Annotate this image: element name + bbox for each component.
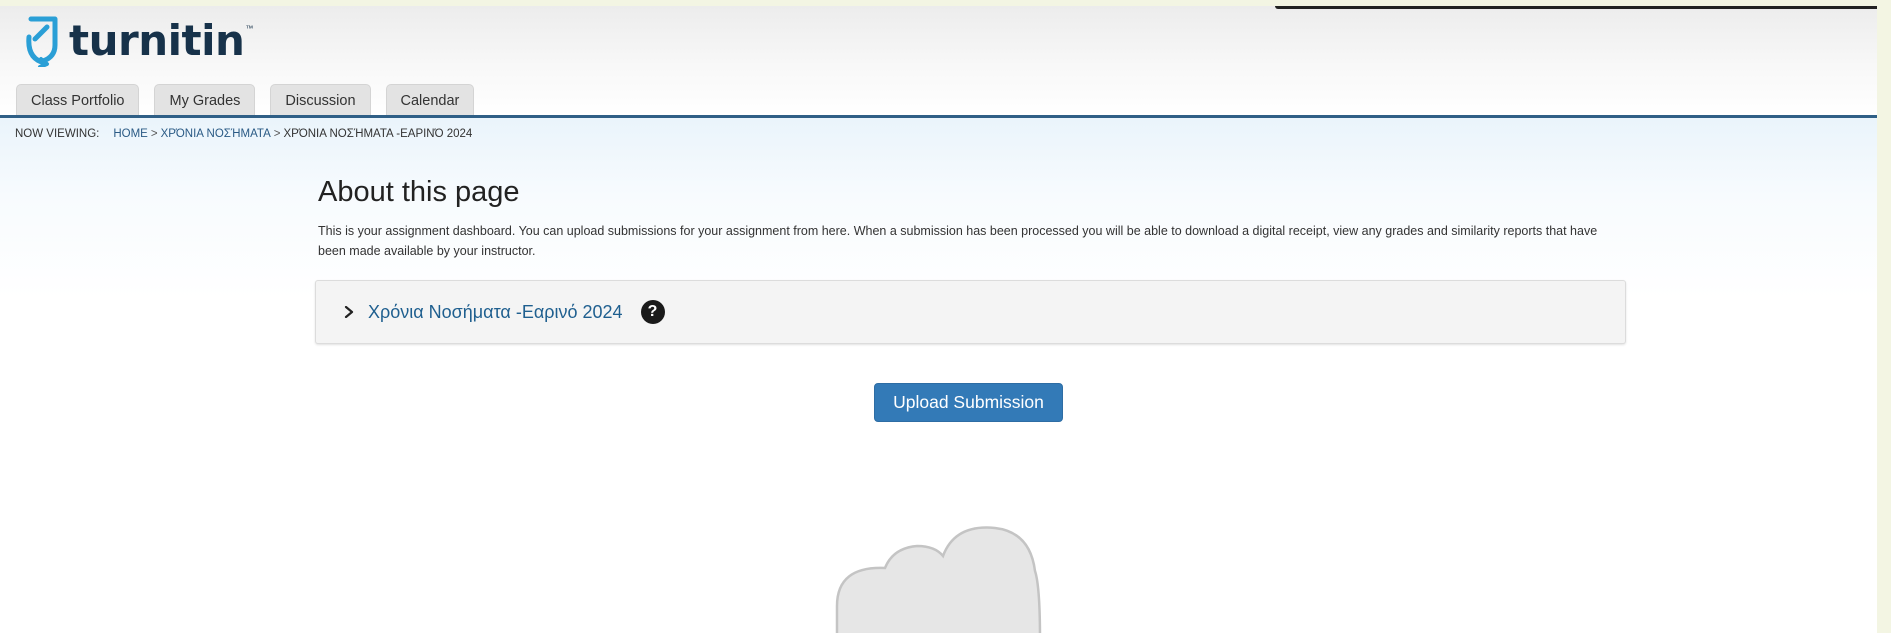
page: turnitin ™ Class Portfolio My Grades Dis… bbox=[0, 6, 1877, 633]
page-description: This is your assignment dashboard. You c… bbox=[318, 224, 1598, 258]
upload-submission-button[interactable]: Upload Submission bbox=[874, 383, 1063, 422]
breadcrumb-separator: > bbox=[150, 128, 158, 140]
tab-discussion[interactable]: Discussion bbox=[270, 84, 371, 116]
breadcrumb: NOW VIEWING: HOME > ΧΡΌΝΙΑ ΝΟΣΉΜΑΤΑ > ΧΡ… bbox=[15, 128, 472, 140]
tab-calendar[interactable]: Calendar bbox=[385, 84, 475, 116]
breadcrumb-separator: > bbox=[273, 128, 281, 140]
assignment-title-link[interactable]: Χρόνια Νοσήματα -Εαρινό 2024 bbox=[368, 302, 623, 323]
breadcrumb-class-link[interactable]: ΧΡΌΝΙΑ ΝΟΣΉΜΑΤΑ bbox=[161, 128, 271, 140]
breadcrumb-home-link[interactable]: HOME bbox=[113, 128, 148, 140]
page-title: About this page bbox=[318, 176, 520, 208]
chevron-right-icon[interactable] bbox=[340, 303, 358, 321]
turnitin-logo[interactable]: turnitin ™ bbox=[25, 12, 253, 70]
top-edge-line bbox=[1275, 6, 1877, 9]
assignment-panel[interactable]: Χρόνια Νοσήματα -Εαρινό 2024 ? bbox=[315, 280, 1626, 344]
cloud-icon bbox=[835, 526, 1115, 633]
tab-my-grades[interactable]: My Grades bbox=[154, 84, 256, 116]
logo-trademark: ™ bbox=[245, 24, 254, 33]
breadcrumb-current: ΧΡΌΝΙΑ ΝΟΣΉΜΑΤΑ -ΕΑΡΙΝΌ 2024 bbox=[283, 128, 473, 140]
tab-class-portfolio[interactable]: Class Portfolio bbox=[16, 84, 140, 116]
turnitin-logo-icon bbox=[25, 15, 59, 69]
breadcrumb-label: NOW VIEWING: bbox=[15, 128, 100, 140]
logo-wordmark: turnitin bbox=[69, 16, 245, 65]
question-circle-icon[interactable]: ? bbox=[640, 300, 665, 324]
nav-tabs: Class Portfolio My Grades Discussion Cal… bbox=[16, 84, 475, 116]
